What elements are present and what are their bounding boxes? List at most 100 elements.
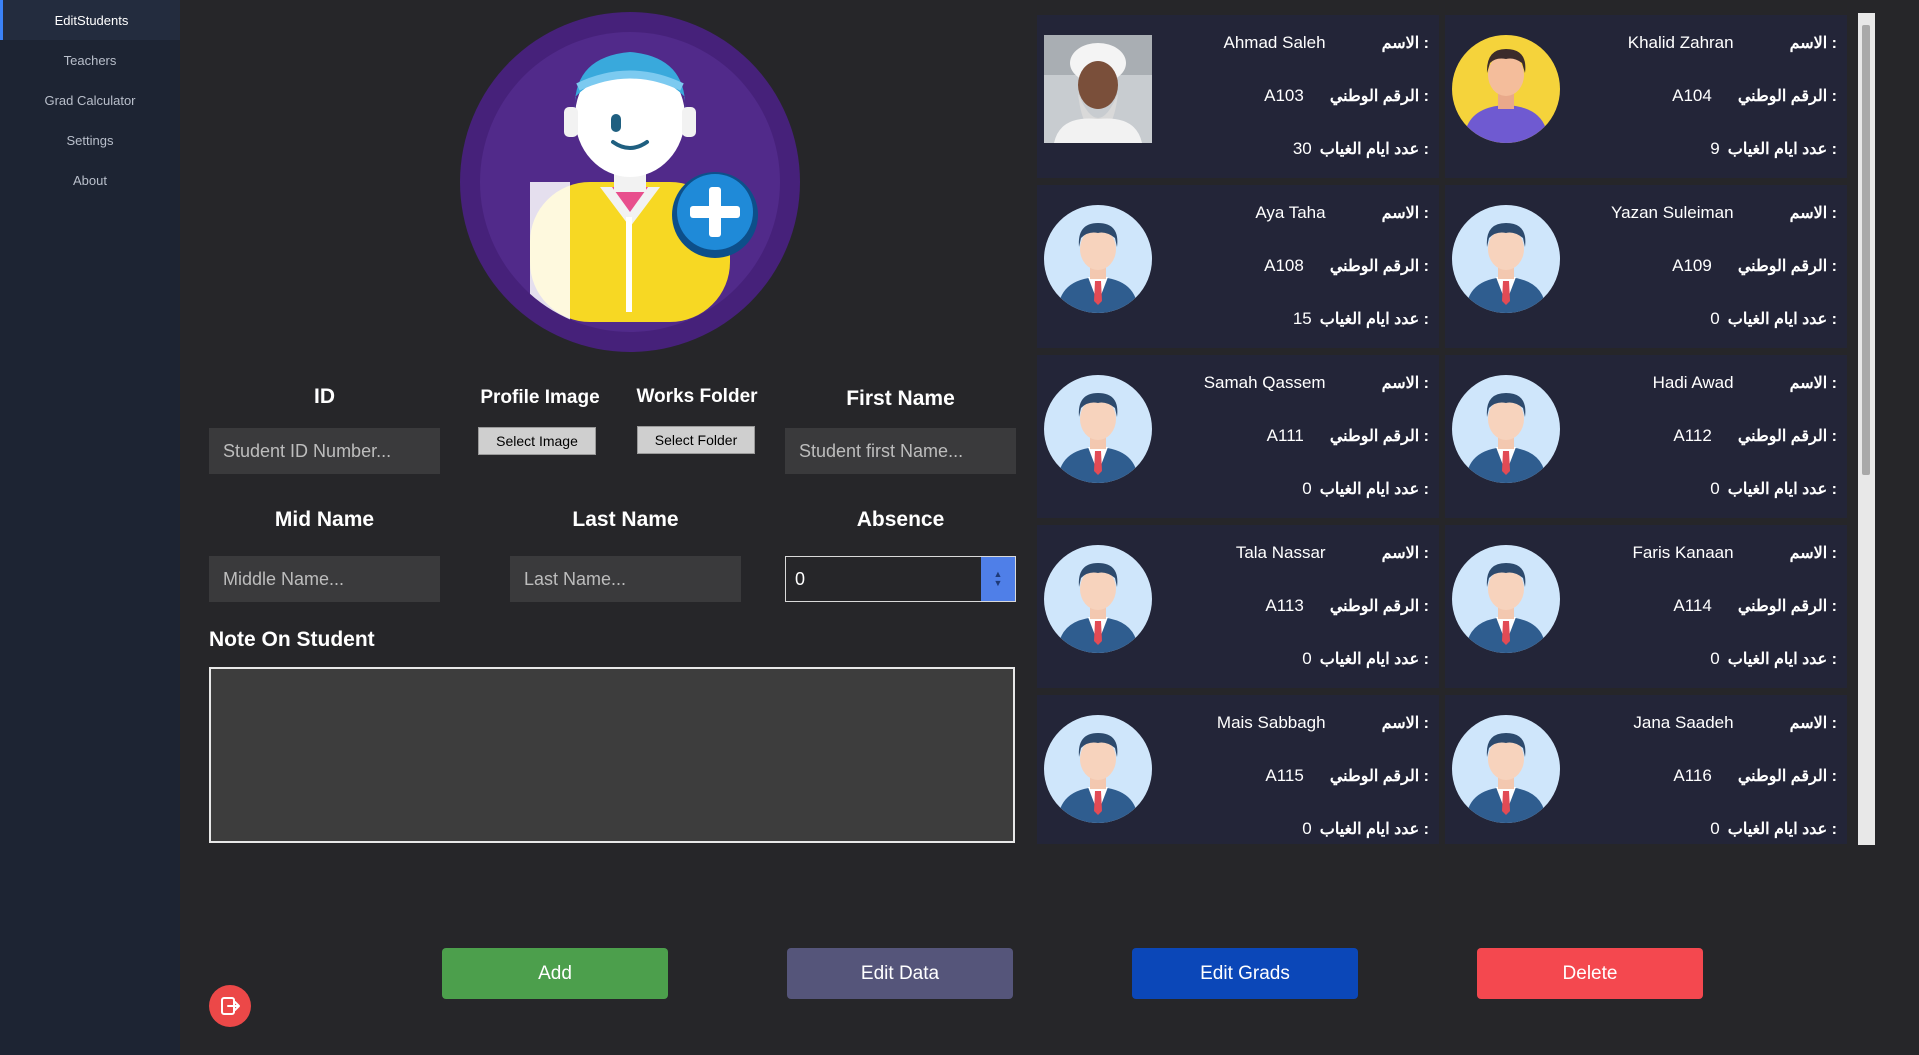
sidebar-item-editstudents[interactable]: EditStudents [0,0,180,40]
national-id-row: A115 الرقم الوطني : [1265,766,1429,786]
name-field-label: الاسم : [1789,35,1837,52]
national-id-field-label: الرقم الوطني : [1737,598,1837,615]
name-field-label: الاسم : [1381,715,1429,732]
national-id-row: A109 الرقم الوطني : [1672,256,1837,276]
first-name-input[interactable] [785,428,1016,474]
select-image-button[interactable]: Select Image [478,427,596,455]
id-label: ID [314,385,335,408]
absence-row: 0 عدد ايام الغياب : [1710,479,1837,499]
select-folder-button[interactable]: Select Folder [637,426,755,454]
edit-data-button[interactable]: Edit Data [787,948,1013,999]
student-card[interactable]: Ahmad Saleh الاسم : A103 الرقم الوطني : 30 عد… [1037,15,1439,178]
student-card-list[interactable]: Ahmad Saleh الاسم : A103 الرقم الوطني : 30 عد… [1037,15,1861,844]
student-national-id: A111 [1266,426,1304,445]
absence-row: 0 عدد ايام الغياب : [1302,479,1429,499]
name-field-label: الاسم : [1381,545,1429,562]
name-field-label: الاسم : [1381,375,1429,392]
name-field-label: الاسم : [1789,715,1837,732]
absence-days-field-label: عدد ايام الغياب : [1727,481,1837,498]
last-name-input[interactable] [510,556,741,602]
absence-row: 15 عدد ايام الغياب : [1293,309,1429,329]
name-row: Yazan Suleiman الاسم : [1611,203,1837,223]
name-row: Aya Taha الاسم : [1255,203,1429,223]
student-name: Samah Qassem [1203,373,1326,392]
sidebar-item-about[interactable]: About [0,160,180,200]
student-photo [1452,35,1560,143]
name-row: Jana Saadeh الاسم : [1633,713,1837,733]
absence-row: 30 عدد ايام الغياب : [1293,139,1429,159]
student-absence-days: 0 [1710,819,1720,838]
student-photo [1044,545,1152,653]
national-id-row: A113 الرقم الوطني : [1265,596,1429,616]
student-national-id: A109 [1672,256,1712,275]
student-name: Jana Saadeh [1633,713,1734,732]
national-id-row: A104 الرقم الوطني : [1672,86,1837,106]
scrollbar-thumb[interactable] [1862,25,1870,475]
student-card[interactable]: Aya Taha الاسم : A108 الرقم الوطني : 15 عدد ا… [1037,185,1439,348]
student-card[interactable]: Khalid Zahran الاسم : A104 الرقم الوطني : 9ع… [1445,15,1847,178]
student-absence-days: 15 [1292,309,1312,328]
student-absence-days: 0 [1710,309,1720,328]
name-field-label: الاسم : [1789,375,1837,392]
works-folder-label: Works Folder [636,386,758,407]
student-photo [1044,375,1152,483]
student-absence-days: 0 [1710,649,1720,668]
name-row: Faris Kanaan الاسم : [1632,543,1837,563]
student-absence-days: 0 [1302,819,1312,838]
name-field-label: الاسم : [1789,205,1837,222]
delete-button[interactable]: Delete [1477,948,1703,999]
absence-row: 0 عدد ايام الغياب : [1710,649,1837,669]
student-name: Khalid Zahran [1627,33,1734,52]
chevron-down-icon[interactable]: ▼ [994,579,1003,588]
add-user-illustration-icon [460,12,800,352]
national-id-row: A103 الرقم الوطني : [1264,86,1429,106]
student-id-input[interactable] [209,428,440,474]
edit-grads-button[interactable]: Edit Grads [1132,948,1358,999]
student-card[interactable]: Yazan Suleiman الاسم : A109 الرقم الوطني : 0… [1445,185,1847,348]
student-absence-days: 0 [1302,479,1312,498]
logout-button[interactable] [209,985,251,1027]
national-id-field-label: الرقم الوطني : [1329,258,1429,275]
sidebar-item-teachers[interactable]: Teachers [0,40,180,80]
student-photo [1452,545,1560,653]
sidebar-item-settings[interactable]: Settings [0,120,180,160]
national-id-row: A108 الرقم الوطني : [1264,256,1429,276]
middle-name-input[interactable] [209,556,440,602]
sidebar-item-grad-calculator[interactable]: Grad Calculator [0,80,180,120]
national-id-field-label: الرقم الوطني : [1329,428,1429,445]
student-national-id: A112 [1673,426,1712,445]
student-card[interactable]: Samah Qassem الاسم : A111 الرقم الوطني : 0 عد… [1037,355,1439,518]
spin-buttons[interactable]: ▲ ▼ [981,557,1015,601]
student-name: Ahmad Saleh [1223,33,1326,52]
student-absence-days: 9 [1710,139,1720,158]
add-student-avatar[interactable] [460,12,800,352]
national-id-field-label: الرقم الوطني : [1329,88,1429,105]
national-id-row: A114 الرقم الوطني : [1673,596,1837,616]
student-card[interactable]: Jana Saadeh الاسم : A116 الرقم الوطني : 0 عدد… [1445,695,1847,844]
note-textarea[interactable] [209,667,1015,843]
list-scrollbar[interactable] [1858,13,1875,845]
absence-label: Absence [856,508,945,531]
absence-row: 0 عدد ايام الغياب : [1710,309,1837,329]
student-card[interactable]: Tala Nassar الاسم : A113 الرقم الوطني : 0 عدد… [1037,525,1439,688]
student-photo [1452,375,1560,483]
student-photo [1044,715,1152,823]
student-card[interactable]: Faris Kanaan الاسم : A114 الرقم الوطني : 0 عد… [1445,525,1847,688]
absence-row: 9 عدد ايام الغياب : [1710,139,1837,159]
first-name-label: First Name [846,387,955,410]
name-row: Samah Qassem الاسم : [1204,373,1429,393]
student-card[interactable]: Hadi Awad الاسم : A112 الرقم الوطني : 0 عدد ا… [1445,355,1847,518]
absence-days-field-label: عدد ايام الغياب : [1319,651,1429,668]
add-button[interactable]: Add [442,948,668,999]
absence-days-field-label: عدد ايام الغياب : [1319,311,1429,328]
absence-days-field-label: عدد ايام الغياب : [1319,481,1429,498]
absence-days-field-label: عدد ايام الغياب : [1319,821,1429,838]
mid-name-label: Mid Name [274,508,375,531]
absence-stepper[interactable]: 0 ▲ ▼ [785,556,1016,602]
student-name: Tala Nassar [1235,543,1326,562]
student-name: Hadi Awad [1652,373,1734,392]
student-card[interactable]: Mais Sabbagh الاسم : A115 الرقم الوطني : 0 عد… [1037,695,1439,844]
absence-row: 0 عدد ايام الغياب : [1302,819,1429,839]
student-national-id: A114 [1673,596,1712,615]
name-field-label: الاسم : [1381,205,1429,222]
